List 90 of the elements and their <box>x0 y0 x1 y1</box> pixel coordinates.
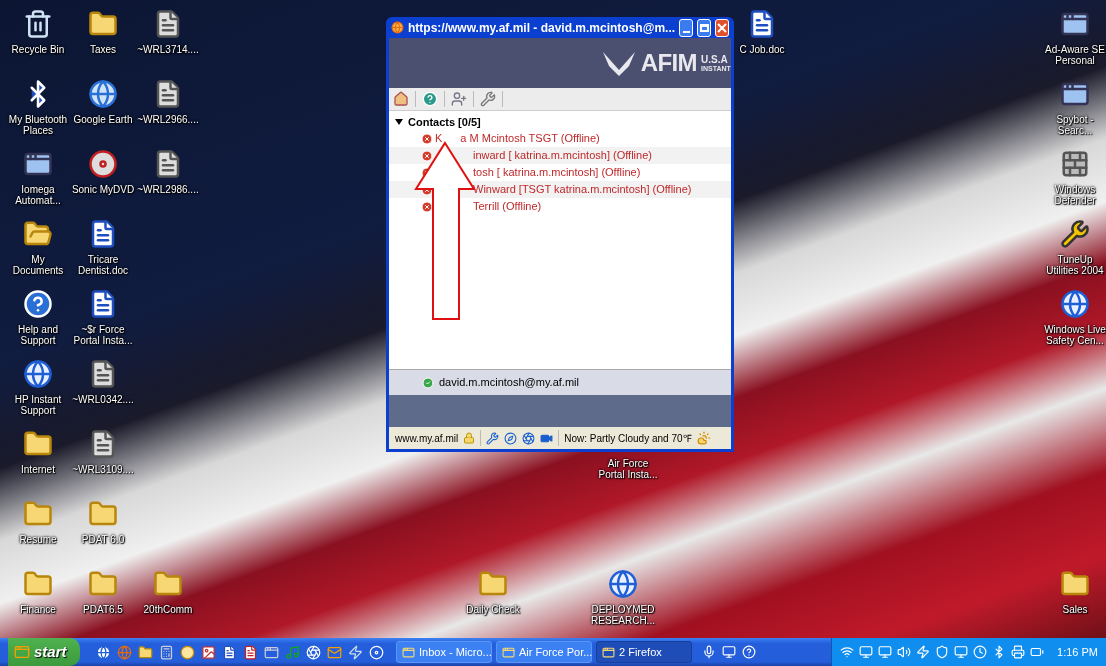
browser-icon <box>391 21 404 34</box>
microphone-icon[interactable] <box>702 645 716 659</box>
desktop-icon-label[interactable]: TuneUp Utilities 2004 <box>1043 254 1106 276</box>
window-icon <box>402 645 415 659</box>
desktop-icon-label[interactable]: Internet <box>21 464 55 475</box>
document-icon[interactable] <box>243 644 258 660</box>
contact-name: inward [ katrina.m.mcintosh] (Offline) <box>473 148 652 164</box>
desktop-icon-label[interactable]: PDAT 6.0 <box>81 534 125 545</box>
monitor-icon[interactable] <box>878 645 893 659</box>
desktop-icon-label[interactable]: Windows Defender <box>1043 184 1106 206</box>
desktop-icon-label[interactable]: Daily Check <box>466 604 520 615</box>
recycle-bin-icon <box>23 9 53 39</box>
folder-icon[interactable] <box>138 644 153 660</box>
desktop-icon-label[interactable]: ~WRL2966.... <box>137 114 199 125</box>
desktop-icon-label[interactable]: Tricare Dentist.doc <box>71 254 135 276</box>
wrench-icon[interactable] <box>486 431 500 445</box>
desktop-icon-label[interactable]: Iomega Automat... <box>6 184 70 206</box>
contact-name: Winward [TSGT katrina.m.mcintosh] (Offline) <box>473 182 692 198</box>
printer-icon[interactable] <box>1011 645 1026 659</box>
desktop-icon-label[interactable]: ~WRL0342.... <box>72 394 134 405</box>
help-icon[interactable] <box>742 645 756 659</box>
desktop-icon-label[interactable]: Google Earth <box>73 114 133 125</box>
contact-name: K <box>435 131 443 147</box>
desktop-icon-label[interactable]: C Job.doc <box>739 44 785 55</box>
taskbar-button[interactable]: 2 Firefox <box>596 641 692 663</box>
desktop-icon-label[interactable]: Help and Support <box>6 324 70 346</box>
desktop-icon-label[interactable]: Taxes <box>89 44 117 55</box>
desktop-icon-label[interactable]: 20thComm <box>143 604 193 615</box>
close-icon <box>717 22 727 33</box>
logo-subtitle: U.S.A <box>701 54 729 65</box>
logo-text: AFIM <box>640 48 697 78</box>
speaker-icon[interactable] <box>897 645 912 659</box>
own-address: david.m.mcintosh@my.af.mil <box>439 375 579 391</box>
desktop-icon-label[interactable]: PDAT6.5 <box>83 604 123 615</box>
aperture-icon[interactable] <box>522 431 536 445</box>
mail-icon[interactable] <box>327 644 342 660</box>
contact-name: Terrill (Offline) <box>473 199 542 215</box>
desktop-icon-label[interactable]: Sales <box>1062 604 1088 615</box>
desktop-icon-label[interactable]: DEPLOYMED RESEARCH... <box>591 604 655 626</box>
contact-row[interactable]: inward [ katrina.m.mcintosh] (Offline) <box>389 147 731 164</box>
display-icon[interactable] <box>954 645 969 659</box>
compass-icon[interactable] <box>504 431 518 445</box>
zap-icon[interactable] <box>348 644 363 660</box>
desktop-icon-label[interactable]: My Documents <box>6 254 70 276</box>
taskbar-button[interactable]: Inbox - Micro... <box>396 641 492 663</box>
app-icon[interactable] <box>264 644 279 660</box>
expanded-icon <box>395 118 403 126</box>
desktop-icon-label[interactable]: HP Instant Support <box>6 394 70 416</box>
minimize-button[interactable] <box>679 18 694 37</box>
monitor-icon[interactable] <box>859 645 874 659</box>
window-icon <box>502 645 515 659</box>
wall-icon <box>1060 149 1090 179</box>
help-icon[interactable] <box>422 91 438 107</box>
desktop-icon-label[interactable]: Resume <box>19 534 57 545</box>
close-button[interactable] <box>715 18 729 37</box>
home-icon[interactable] <box>393 91 409 107</box>
desktop-icon-label[interactable]: ~WRL3714.... <box>137 44 199 55</box>
battery-icon[interactable] <box>1030 645 1045 659</box>
lock-icon <box>463 432 476 444</box>
desktop-icon-label[interactable]: Sonic MyDVD <box>71 184 135 195</box>
browser-icon[interactable] <box>96 644 111 660</box>
tools-icon[interactable] <box>480 91 496 107</box>
window-icon <box>602 645 615 659</box>
weather-icon <box>696 431 711 445</box>
document-icon[interactable] <box>222 644 237 660</box>
network-icon[interactable] <box>840 645 855 659</box>
contacts-group-header[interactable]: Contacts [0/5] <box>389 114 731 130</box>
group-title: Contacts [0/5] <box>408 114 481 130</box>
desktop-icon-label[interactable]: My Bluetooth Places <box>6 114 70 136</box>
calculator-icon[interactable] <box>159 644 174 660</box>
desktop-icon-label[interactable]: ~$r Force Portal Insta... <box>71 324 135 346</box>
monitor-icon[interactable] <box>722 645 736 659</box>
desktop-icon-label[interactable]: ~WRL3109.... <box>72 464 134 475</box>
weather-text: Now: Partly Cloudy and 70℉ <box>564 431 692 446</box>
desktop-icon-label[interactable]: Windows Live Safety Cen... <box>1043 324 1106 346</box>
status-url: www.my.af.mil <box>395 431 459 446</box>
taskbar-button[interactable]: Air Force Por... <box>496 641 592 663</box>
tools-icon <box>1060 219 1090 249</box>
contact-name: tosh [ katrina.m.mcintosh] (Offline) <box>473 165 641 181</box>
desktop-icon-label[interactable]: Recycle Bin <box>11 44 65 55</box>
shield-icon[interactable] <box>935 645 950 659</box>
contact-name: a M Mcintosh TSGT (Offline) <box>460 131 600 147</box>
add-contact-icon[interactable] <box>451 91 467 107</box>
desktop-icon-label[interactable]: Ad-Aware SE Personal <box>1043 44 1106 66</box>
desktop-icon-label[interactable]: Air Force Portal Insta... <box>596 458 660 480</box>
maximize-button[interactable] <box>697 18 711 37</box>
image-icon[interactable] <box>201 644 216 660</box>
disc-icon[interactable] <box>369 644 384 660</box>
desktop-icon-label[interactable]: ~WRL2986.... <box>137 184 199 195</box>
window-title: https://www.my.af.mil - david.m.mcintosh@m... <box>408 19 676 37</box>
